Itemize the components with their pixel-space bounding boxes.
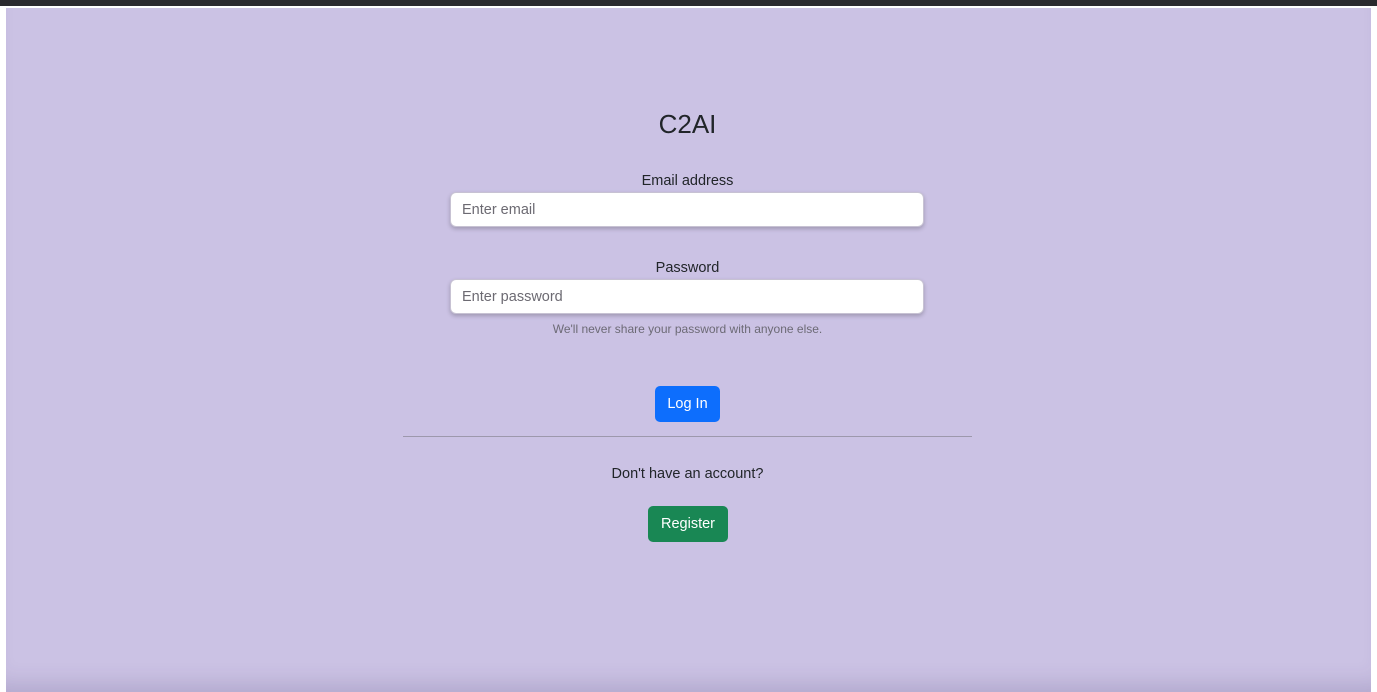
email-label: Email address xyxy=(641,173,734,189)
login-page: C2AI Email address Password We'll never … xyxy=(6,8,1371,692)
section-divider xyxy=(403,436,972,437)
password-input[interactable] xyxy=(450,279,924,314)
register-prompt: Don't have an account? xyxy=(611,466,764,482)
app-title: C2AI xyxy=(658,109,717,139)
window-top-border xyxy=(0,0,1377,6)
password-label: Password xyxy=(655,260,720,276)
register-button[interactable]: Register xyxy=(648,506,728,542)
window-right-edge xyxy=(1371,6,1377,692)
password-help-text: We'll never share your password with any… xyxy=(552,322,823,336)
login-button[interactable]: Log In xyxy=(655,386,720,422)
email-input[interactable] xyxy=(450,192,924,227)
